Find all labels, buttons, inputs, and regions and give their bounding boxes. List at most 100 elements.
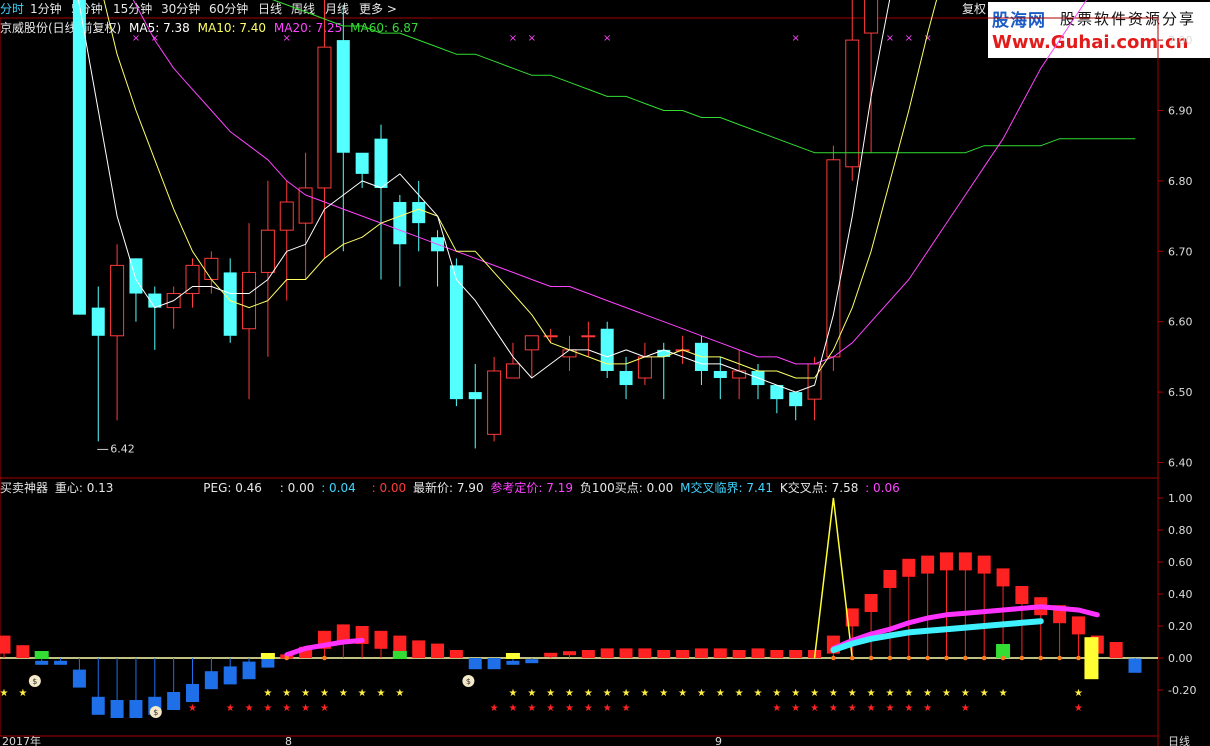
orange-dot [1019,655,1025,661]
candle-body-up [242,271,257,330]
indicator-block [713,648,727,658]
buy-spike-line [813,497,853,659]
orange-dot [1000,655,1006,661]
orange-dot [1057,655,1062,661]
indicator-block [449,650,463,658]
signal-mark: × [905,33,913,44]
indicator-tick-label: -0.20 [1168,684,1196,697]
candle-body-up [505,363,520,379]
orange-dot [906,655,912,661]
red-star: ★ [245,703,254,714]
yellow-star: ★ [640,688,649,699]
indicator-block [525,659,539,664]
candle-body-up [524,335,539,351]
signal-mark: × [283,33,291,44]
signal-mark: × [792,33,800,44]
price-tick-label: 6.90 [1168,105,1193,118]
indicator-block [902,558,916,577]
indicator-block [864,594,878,612]
indicator-block [506,660,520,665]
red-star: ★ [923,703,932,714]
candle-body-up [487,370,502,435]
candle-body-up [826,159,841,358]
indicator-block [751,648,765,658]
orange-dot [981,655,987,661]
ma60-line [272,0,1136,154]
orange-dot [1038,655,1044,661]
indicator-block [242,661,256,680]
indicator-block [732,650,746,658]
red-star: ★ [961,703,970,714]
orange-dot [831,655,836,661]
ma5-line [77,0,891,393]
yellow-star: ★ [829,688,838,699]
candle-body-down [600,328,614,371]
orange-dot [944,655,949,661]
indicator-tick-label: 0.40 [1168,588,1193,601]
indicator-block [789,650,803,658]
yellow-star: ★ [961,688,970,699]
red-star: ★ [584,703,593,714]
candle-body-down [657,349,671,357]
candle-body-up [637,356,652,379]
candle-body-up [845,39,860,168]
red-star: ★ [188,703,197,714]
candle-body-up [581,335,596,338]
orange-dot [868,655,874,661]
red-star: ★ [904,703,913,714]
chart-canvas: 7.807.707.607.507.407.307.207.107.006.90… [0,0,1196,746]
yellow-star: ★ [923,688,932,699]
indicator-block [223,666,237,685]
indicator-block [657,650,671,658]
red-star: ★ [301,703,310,714]
indicator-block [72,669,86,688]
price-tick-label: 6.70 [1168,245,1193,258]
yellow-star: ★ [791,688,800,699]
yellow-marker-last [1084,637,1099,680]
yellow-star: ★ [867,688,876,699]
indicator-block [261,658,275,668]
yellow-marker [505,653,520,659]
yellow-star: ★ [885,688,894,699]
candle-body-down [619,370,633,386]
indicator-block [1128,658,1142,673]
signal-mark: × [603,33,611,44]
red-star: ★ [508,703,517,714]
indicator-block [619,648,633,658]
candle-body-up [298,187,313,224]
yellow-star: ★ [0,688,9,699]
yellow-star: ★ [263,688,272,699]
candle-body-down [72,0,86,315]
red-star: ★ [565,703,574,714]
indicator-block [638,648,652,658]
indicator-block [412,640,426,658]
yellow-star: ★ [942,688,951,699]
red-star: ★ [263,703,272,714]
price-tick-label: 6.80 [1168,175,1193,188]
yellow-star: ★ [678,688,687,699]
candle-body-down [374,138,388,188]
red-star: ★ [603,703,612,714]
yellow-star: ★ [848,688,857,699]
indicator-block [1109,642,1123,658]
yellow-star: ★ [320,688,329,699]
candle-body-up [279,201,294,231]
yellow-star: ★ [603,688,612,699]
indicator-block [770,650,784,658]
red-star: ★ [810,703,819,714]
indicator-block [600,648,614,658]
yellow-star: ★ [735,688,744,699]
orange-dot [925,655,930,661]
yellow-star: ★ [565,688,574,699]
candle-body-up [260,229,275,273]
yellow-star: ★ [527,688,536,699]
yellow-star: ★ [508,688,517,699]
yellow-marker [260,653,275,659]
yellow-star: ★ [377,688,386,699]
indicator-block [204,671,218,690]
year-label: 2017年 [2,734,41,746]
indicator-block [940,552,953,571]
yellow-star: ★ [395,688,404,699]
candle-body-down [789,392,803,407]
red-star: ★ [527,703,536,714]
